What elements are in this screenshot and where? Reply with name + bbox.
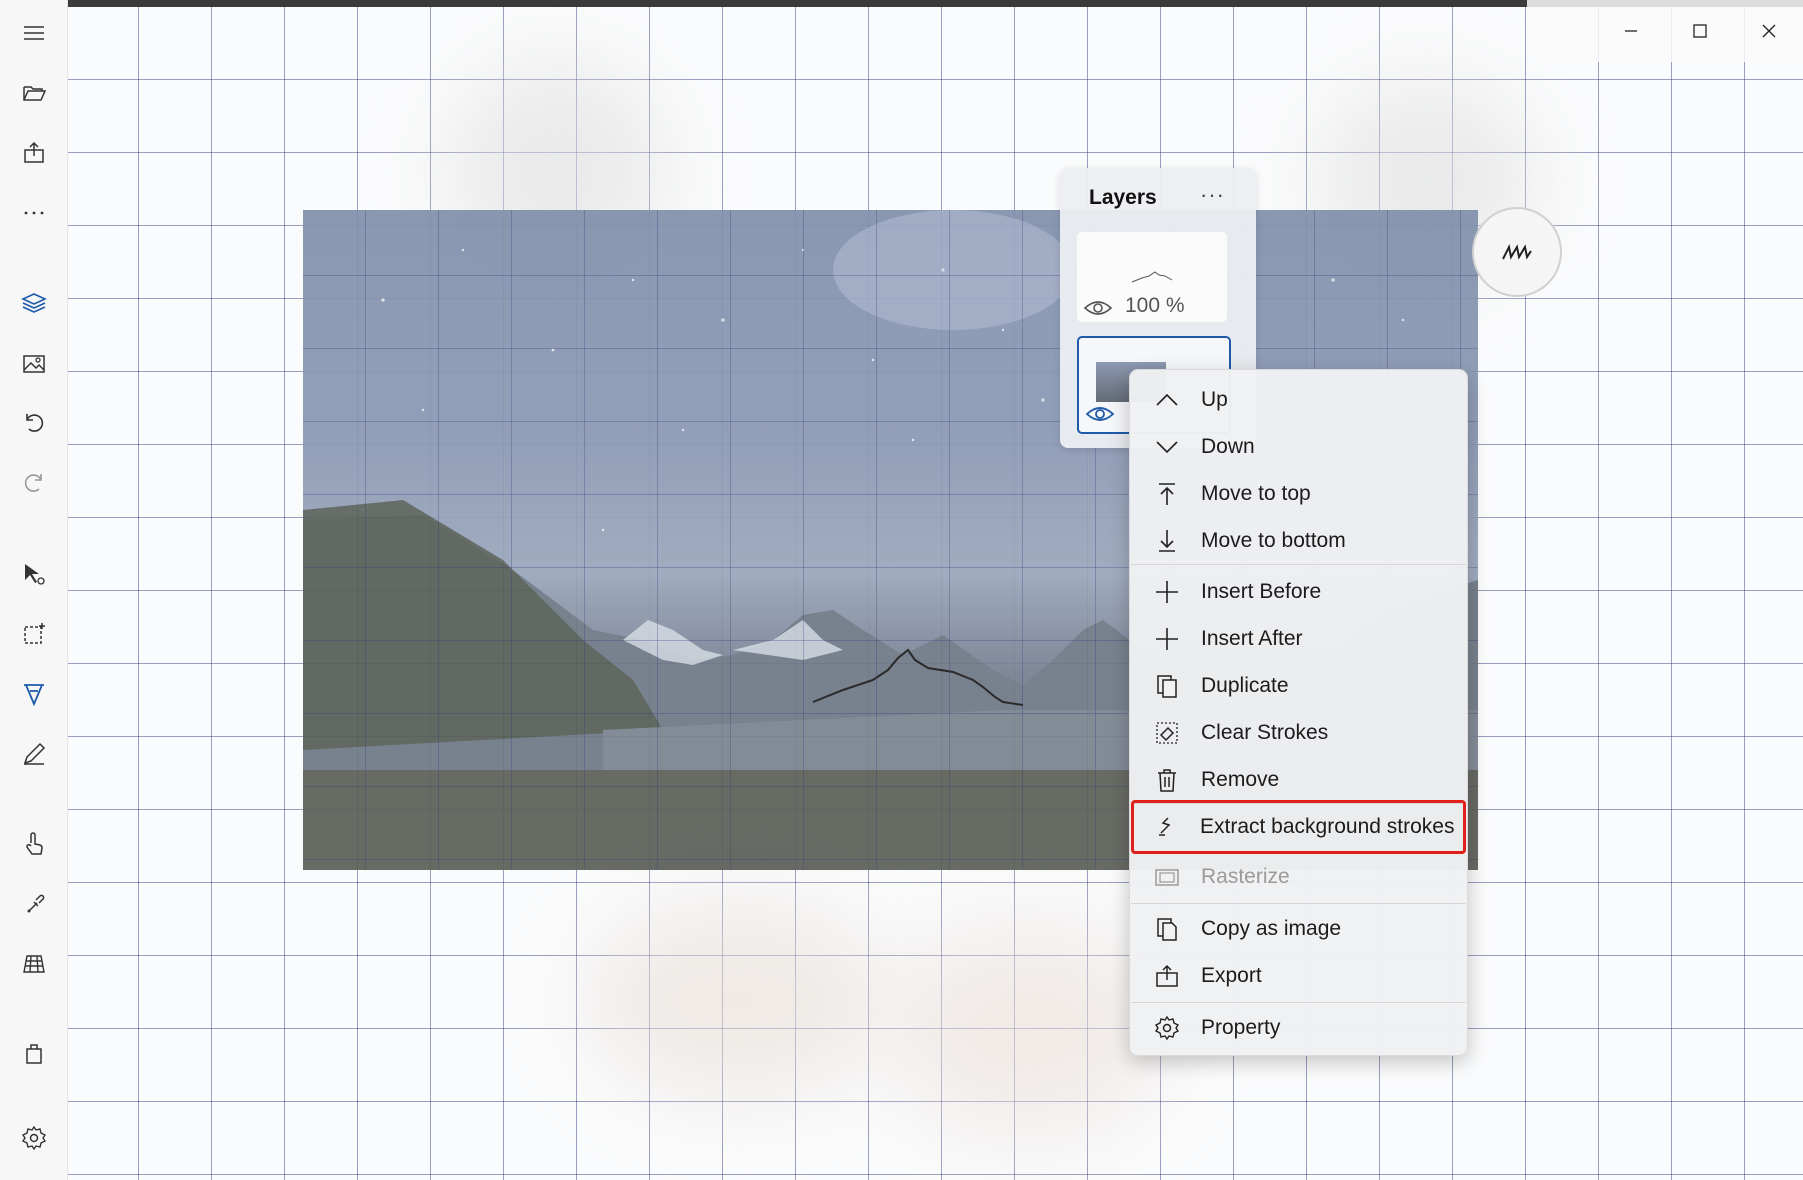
menu-item-insert-before[interactable]: Insert Before — [1134, 570, 1463, 614]
undo-icon — [26, 414, 44, 432]
left-toolbar — [0, 0, 68, 1180]
menu-item-insert-after[interactable]: Insert After — [1134, 617, 1463, 661]
menu-item-up[interactable]: Up — [1134, 378, 1463, 422]
grid-icon — [23, 955, 45, 973]
lasso-select-button[interactable] — [11, 611, 57, 657]
pencil-button[interactable] — [11, 731, 57, 777]
redo-icon — [24, 474, 42, 492]
menu-item-property[interactable]: Property — [1134, 1006, 1463, 1050]
menu-item-move-to-top[interactable]: Move to top — [1134, 472, 1463, 516]
menu-item-down[interactable]: Down — [1134, 425, 1463, 469]
pen-icon — [24, 684, 44, 707]
menu-item-label: Copy as image — [1201, 917, 1342, 940]
open-button[interactable] — [11, 70, 57, 116]
more-icon — [24, 211, 44, 215]
move-to-top-icon — [1152, 479, 1182, 509]
image-button[interactable] — [11, 340, 57, 386]
eyedropper-button[interactable] — [11, 881, 57, 927]
hamburger-menu-button[interactable] — [11, 10, 57, 56]
chevron-down-icon — [1152, 432, 1182, 462]
menu-item-label: Property — [1201, 1016, 1281, 1039]
menu-item-label: Clear Strokes — [1201, 721, 1329, 744]
menu-item-label: Insert Before — [1201, 580, 1322, 603]
layers-button[interactable] — [11, 280, 57, 326]
close-icon — [1762, 24, 1775, 38]
lasso-select-icon — [24, 623, 45, 644]
menu-item-extract-background-strokes[interactable]: Extract background strokes — [1131, 800, 1466, 854]
scribble-icon — [1502, 243, 1532, 260]
image-icon — [23, 355, 45, 373]
eyedropper-icon — [27, 894, 45, 913]
menu-item-label: Extract background strokes — [1200, 815, 1455, 838]
settings-gear-icon — [21, 1125, 47, 1151]
settings-button[interactable] — [11, 1115, 57, 1161]
redo-button[interactable] — [11, 460, 57, 506]
menu-separator — [1131, 564, 1466, 565]
menu-item-label: Move to bottom — [1201, 529, 1346, 552]
layer-item[interactable]: 100 % — [1077, 232, 1227, 322]
duplicate-icon — [1152, 671, 1182, 701]
pen-button[interactable] — [11, 671, 57, 717]
move-to-bottom-icon — [1152, 526, 1182, 556]
layer-opacity: 100 % — [1125, 294, 1185, 317]
layer-thumbnail — [1131, 271, 1173, 283]
shopping-bag-icon — [26, 1044, 42, 1064]
chevron-up-icon — [1152, 385, 1182, 415]
extract-strokes-icon — [1151, 812, 1181, 842]
touch-icon — [26, 832, 43, 855]
export-icon — [24, 141, 44, 163]
open-folder-icon — [23, 86, 47, 101]
menu-item-rasterize: Rasterize — [1134, 855, 1463, 899]
select-button[interactable] — [11, 551, 57, 597]
menu-item-label: Rasterize — [1201, 865, 1290, 888]
maximize-icon — [1692, 24, 1707, 38]
hamburger-menu-icon — [24, 26, 44, 40]
grid-button[interactable] — [11, 941, 57, 987]
maximize-button[interactable] — [1665, 6, 1734, 56]
minimize-button[interactable] — [1596, 6, 1665, 56]
touch-button[interactable] — [11, 821, 57, 867]
menu-item-clear-strokes[interactable]: Clear Strokes — [1134, 711, 1463, 755]
layers-more-button[interactable]: ··· — [1200, 182, 1225, 208]
minimize-icon — [1624, 30, 1637, 32]
window-controls — [1527, 0, 1803, 62]
export-icon — [1152, 961, 1182, 991]
menu-item-move-to-bottom[interactable]: Move to bottom — [1134, 519, 1463, 563]
menu-item-label: Export — [1201, 964, 1262, 987]
menu-item-export[interactable]: Export — [1134, 954, 1463, 998]
menu-item-label: Remove — [1201, 768, 1280, 791]
trash-icon — [1152, 765, 1182, 795]
pencil-icon — [23, 742, 46, 765]
blur-artifact — [887, 920, 1167, 1140]
layers-icon — [21, 293, 47, 313]
store-button[interactable] — [11, 1030, 57, 1076]
menu-item-copy-as-image[interactable]: Copy as image — [1134, 907, 1463, 951]
layer-context-menu: Up Down Move to top Move to bottom Inser… — [1129, 369, 1468, 1056]
visibility-eye-icon[interactable] — [1083, 298, 1113, 318]
menu-item-label: Up — [1201, 388, 1228, 411]
stroke-preview-button[interactable] — [1472, 207, 1562, 297]
menu-separator — [1131, 903, 1466, 904]
menu-item-remove[interactable]: Remove — [1134, 758, 1463, 802]
undo-button[interactable] — [11, 400, 57, 446]
plus-icon — [1152, 624, 1182, 654]
menu-item-label: Down — [1201, 435, 1255, 458]
blur-artifact — [587, 900, 887, 1100]
menu-item-label: Move to top — [1201, 482, 1311, 505]
more-button[interactable] — [11, 190, 57, 236]
copy-image-icon — [1152, 914, 1182, 944]
visibility-eye-icon[interactable] — [1085, 404, 1115, 424]
rasterize-icon — [1152, 862, 1182, 892]
export-button[interactable] — [11, 130, 57, 176]
close-button[interactable] — [1734, 6, 1803, 56]
layers-title: Layers — [1089, 186, 1157, 209]
plus-icon — [1152, 577, 1182, 607]
menu-separator — [1131, 1002, 1466, 1003]
menu-item-duplicate[interactable]: Duplicate — [1134, 664, 1463, 708]
eraser-icon — [1152, 718, 1182, 748]
menu-item-label: Duplicate — [1201, 674, 1289, 697]
select-pointer-icon — [25, 564, 45, 585]
menu-item-label: Insert After — [1201, 627, 1303, 650]
gear-icon — [1152, 1013, 1182, 1043]
